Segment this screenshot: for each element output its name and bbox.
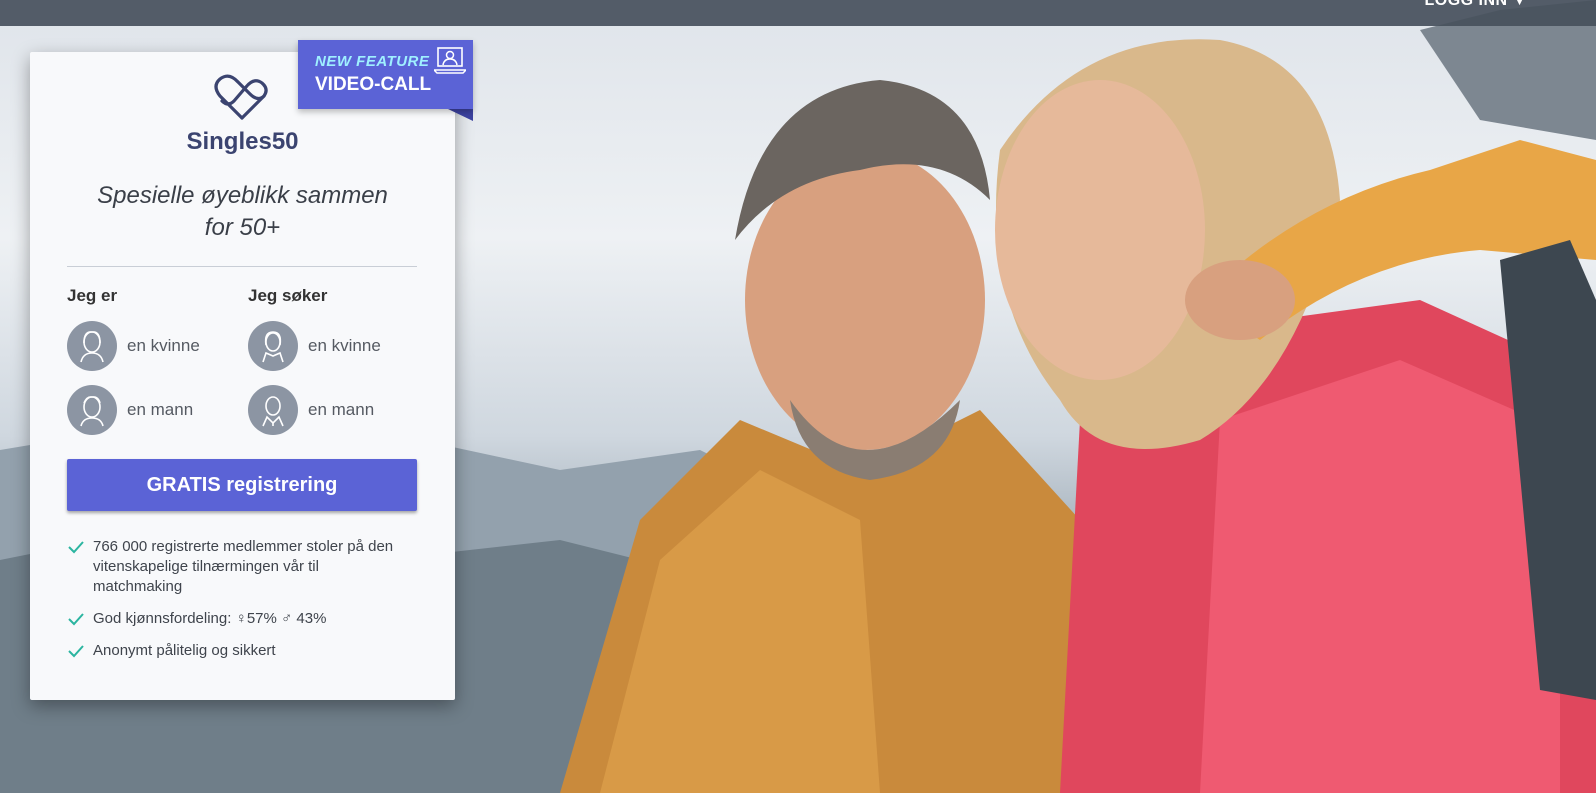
chevron-down-icon: ▼ [1513, 0, 1526, 8]
login-link[interactable]: LOGG INN ▼ [1425, 0, 1527, 10]
check-icon [68, 541, 84, 554]
i-am-man-option[interactable]: en mann [67, 385, 193, 435]
ribbon-fold [448, 109, 473, 121]
woman-icon [67, 321, 117, 371]
seeking-title: Jeg søker [248, 286, 328, 305]
registration-card: Singles50 Spesielle øyeblikk sammen for … [30, 52, 455, 700]
man-icon [67, 385, 117, 435]
list-item: God kjønnsfordeling: ♀57% ♂ 43% [67, 609, 412, 629]
feature-text: 766 000 registrerte medlemmer stoler på … [93, 538, 394, 595]
option-label: en mann [127, 400, 194, 419]
feature-text: Anonymt pålitelig og sikkert [93, 642, 276, 659]
video-call-laptop-icon [434, 47, 466, 74]
seeking-woman-option[interactable]: en kvinne [248, 321, 381, 371]
badge-line-2: VIDEO-CALL [315, 74, 432, 95]
check-icon [68, 645, 84, 658]
feature-list: 766 000 registrerte medlemmer stoler på … [67, 537, 412, 673]
i-am-woman-option[interactable]: en kvinne [67, 321, 200, 371]
top-navigation-bar: LOGG INN ▼ [0, 0, 1596, 26]
man-icon [248, 385, 298, 435]
heart-infinity-logo-icon [214, 74, 268, 120]
check-icon [68, 613, 84, 626]
i-am-title: Jeg er [67, 286, 118, 305]
tagline: Spesielle øyeblikk sammen for 50+ [50, 180, 435, 244]
list-item: Anonymt pålitelig og sikkert [67, 641, 412, 661]
option-label: en kvinne [308, 336, 381, 355]
feature-text: God kjønnsfordeling: ♀57% ♂ 43% [93, 610, 327, 627]
brand-name: Singles50 [186, 128, 299, 155]
option-label: en mann [308, 400, 375, 419]
tagline-line-1: Spesielle øyeblikk sammen [97, 182, 388, 209]
woman-icon [248, 321, 298, 371]
list-item: 766 000 registrerte medlemmer stoler på … [67, 537, 412, 597]
option-label: en kvinne [127, 336, 200, 355]
free-registration-button[interactable]: GRATIS registrering [67, 459, 417, 511]
video-call-feature-badge[interactable]: NEW FEATURE VIDEO-CALL [298, 40, 473, 109]
seeking-man-option[interactable]: en mann [248, 385, 374, 435]
login-label: LOGG INN [1424, 0, 1508, 9]
divider [67, 266, 417, 267]
badge-line-1: NEW FEATURE [315, 53, 430, 70]
tagline-line-2: for 50+ [204, 214, 281, 241]
